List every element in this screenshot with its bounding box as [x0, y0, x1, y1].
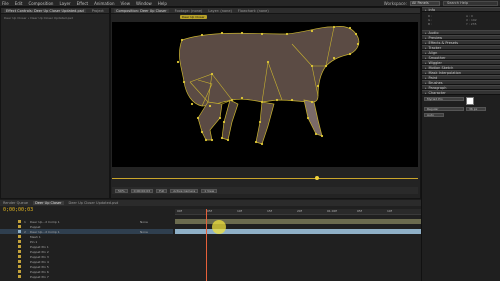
menu-help[interactable]: Help	[158, 1, 167, 6]
menu-layer[interactable]: Layer	[59, 1, 70, 6]
leading-field[interactable]: Auto	[424, 113, 444, 117]
layer-name[interactable]: Puppet Pin 4	[30, 260, 140, 264]
ruler-tick: 10f	[387, 209, 392, 213]
layer-name[interactable]: Mesh 1	[30, 235, 140, 239]
layer-color-label	[18, 220, 21, 223]
layer-color-label	[18, 260, 21, 263]
search-help-input[interactable]: Search Help	[443, 1, 498, 6]
comp-name-chip[interactable]: Deer Up Closer	[180, 14, 207, 19]
layer-color-label	[18, 275, 21, 278]
deer-puppet-mesh[interactable]	[112, 22, 418, 167]
ruler-tick: 01:00f	[327, 209, 337, 213]
tab-timeline-deer-updated[interactable]: Deer Up Closer Updated.psd	[69, 201, 119, 205]
tab-effect-controls[interactable]: Effect Controls: Deer Up Closer Updated.…	[4, 8, 86, 13]
tab-composition[interactable]: Composition: Deer Up Closer	[114, 8, 169, 13]
tab-project[interactable]: Project	[92, 9, 104, 13]
camera-select[interactable]: Active Camera	[170, 188, 199, 193]
viewer-toolbar: 50% 0:00:00:03 Full Active Camera 1 View	[112, 187, 418, 194]
fill-color-swatch[interactable]	[466, 97, 474, 105]
info-y: Y : 235	[466, 22, 477, 26]
info-panel-body: R : G : B : A : 0 X : 192 Y : 235	[422, 12, 500, 30]
layer-color-label	[18, 255, 21, 258]
menu-effect[interactable]: Effect	[77, 1, 89, 6]
zoom-select[interactable]: 50%	[115, 188, 128, 193]
menu-window[interactable]: Window	[136, 1, 152, 6]
layer-name[interactable]: Deer Up...d Comp 1	[30, 230, 140, 234]
font-size-field[interactable]: 36 px	[466, 107, 486, 111]
layer-color-label	[18, 230, 21, 233]
tab-render-queue[interactable]: Render Queue	[3, 201, 28, 205]
timecode-display[interactable]: 0;00;00;03	[3, 207, 33, 213]
info-b: B :	[428, 22, 433, 26]
viewer-tabs: Composition: Deer Up Closer Footage: (no…	[111, 8, 420, 14]
panel-breadcrumb: Deer Up Closer • Deer Up Closer Updated.…	[4, 16, 74, 20]
deer-leg-back-left	[255, 101, 275, 145]
timeline-tabs: Render Queue Deer Up Closer Deer Up Clos…	[0, 200, 421, 206]
ruler-tick: 15f	[267, 209, 272, 213]
layer-color-label	[18, 245, 21, 248]
font-family-select[interactable]: Myriad Pro	[424, 97, 464, 101]
view-layout-select[interactable]: 1 View	[201, 188, 218, 193]
layer-color-label	[18, 240, 21, 243]
time-ruler[interactable]: 00f 05f 10f 15f 20f 01:00f 05f 10f	[175, 209, 421, 215]
layer-color-label	[18, 225, 21, 228]
tab-flowchart[interactable]: Flowchart: (none)	[238, 9, 269, 13]
current-time-button[interactable]: 0:00:00:03	[130, 188, 154, 193]
layer-name[interactable]: Puppet Pin 2	[30, 250, 140, 254]
font-style-select[interactable]: Regular	[424, 107, 464, 111]
deer-leg-front-left	[197, 101, 223, 141]
layer-row[interactable]: Puppet Pin 7	[0, 274, 173, 279]
viewer-time-line	[112, 178, 418, 179]
layer-name[interactable]: Puppet Pin 7	[30, 275, 140, 279]
composition-viewer[interactable]	[112, 22, 418, 167]
ruler-tick: 05f	[357, 209, 362, 213]
layer-color-label	[18, 265, 21, 268]
layer-name[interactable]: Pin 1	[30, 240, 140, 244]
workspace-label: Workspace:	[383, 1, 407, 6]
tab-timeline-deer-up-closer[interactable]: Deer Up Closer	[33, 201, 64, 205]
layer-name[interactable]: Deer Up...d Comp 1	[30, 220, 140, 224]
workspace-switcher: Workspace: All Panels	[384, 0, 440, 7]
menu-edit[interactable]: Edit	[15, 1, 23, 6]
layer-name[interactable]: Puppet Pin 1	[30, 245, 140, 249]
layer-parent[interactable]: None	[140, 220, 148, 224]
resolution-select[interactable]: Full	[156, 188, 168, 193]
menu-composition[interactable]: Composition	[28, 1, 53, 6]
deer-leg-front-right	[221, 99, 239, 141]
layer-color-label	[18, 250, 21, 253]
layer-name[interactable]: Puppet Pin 5	[30, 265, 140, 269]
cursor-highlight	[212, 220, 226, 234]
workspace-select[interactable]: All Panels	[410, 1, 440, 6]
deer-leg-back-right	[303, 99, 323, 137]
layer-name[interactable]: Puppet	[30, 225, 140, 229]
character-panel-body: Myriad Pro Regular 36 px Auto	[422, 95, 500, 119]
layer-color-label	[18, 270, 21, 273]
comp-chip-label: Deer Up Closer	[180, 15, 207, 19]
left-panel: Effect Controls: Deer Up Closer Updated.…	[0, 7, 110, 199]
ruler-tick: 10f	[237, 209, 242, 213]
playhead-line[interactable]	[206, 209, 207, 281]
right-panel: Info R : G : B : A : 0 X : 192 Y : 235 A…	[421, 7, 500, 281]
ruler-tick: 00f	[177, 209, 182, 213]
ruler-tick: 05f	[207, 209, 212, 213]
layer-name[interactable]: Puppet Pin 6	[30, 270, 140, 274]
tab-footage[interactable]: Footage: (none)	[175, 9, 203, 13]
menu-file[interactable]: File	[2, 1, 9, 6]
layer-name[interactable]: Puppet Pin 3	[30, 255, 140, 259]
layer-parent[interactable]: None	[140, 230, 148, 234]
ruler-tick: 20f	[297, 209, 302, 213]
menu-animation[interactable]: Animation	[94, 1, 114, 6]
tab-layer[interactable]: Layer: (none)	[208, 9, 231, 13]
layer-color-label	[18, 235, 21, 238]
menu-view[interactable]: View	[121, 1, 131, 6]
viewer-time-marker[interactable]	[315, 176, 319, 180]
